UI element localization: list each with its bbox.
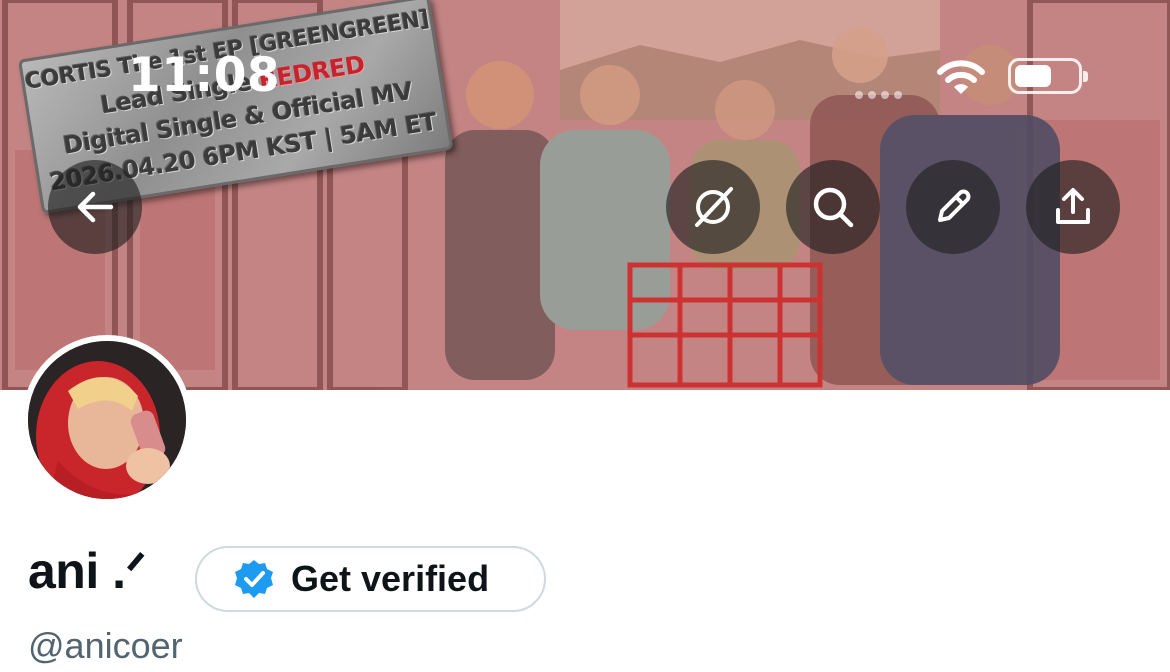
pencil-icon bbox=[938, 189, 971, 222]
status-bar-time: 11:08 bbox=[128, 48, 281, 103]
search-button[interactable] bbox=[786, 160, 880, 254]
share-button[interactable] bbox=[1026, 160, 1120, 254]
profile-banner[interactable]: CORTIS The 1st EP [GREENGREEN] Lead Sing… bbox=[0, 0, 1170, 390]
battery-icon bbox=[1008, 58, 1088, 94]
get-verified-label: Get verified bbox=[291, 558, 490, 599]
user-handle: @anicoer bbox=[28, 625, 183, 666]
profile-avatar[interactable] bbox=[22, 335, 192, 505]
share-icon bbox=[1056, 188, 1090, 224]
display-name: ani .ᐟ bbox=[28, 543, 147, 599]
grok-button[interactable] bbox=[666, 160, 760, 254]
get-verified-button[interactable]: Get verified bbox=[195, 546, 546, 612]
grok-icon bbox=[695, 187, 733, 227]
verified-badge-icon bbox=[235, 560, 273, 598]
back-arrow-icon bbox=[77, 191, 114, 223]
dynamic-island-dots bbox=[855, 86, 907, 104]
wifi-icon bbox=[937, 60, 985, 94]
search-icon bbox=[813, 187, 854, 228]
avatar-photo bbox=[28, 341, 186, 499]
back-button[interactable] bbox=[48, 160, 142, 254]
edit-button[interactable] bbox=[906, 160, 1000, 254]
